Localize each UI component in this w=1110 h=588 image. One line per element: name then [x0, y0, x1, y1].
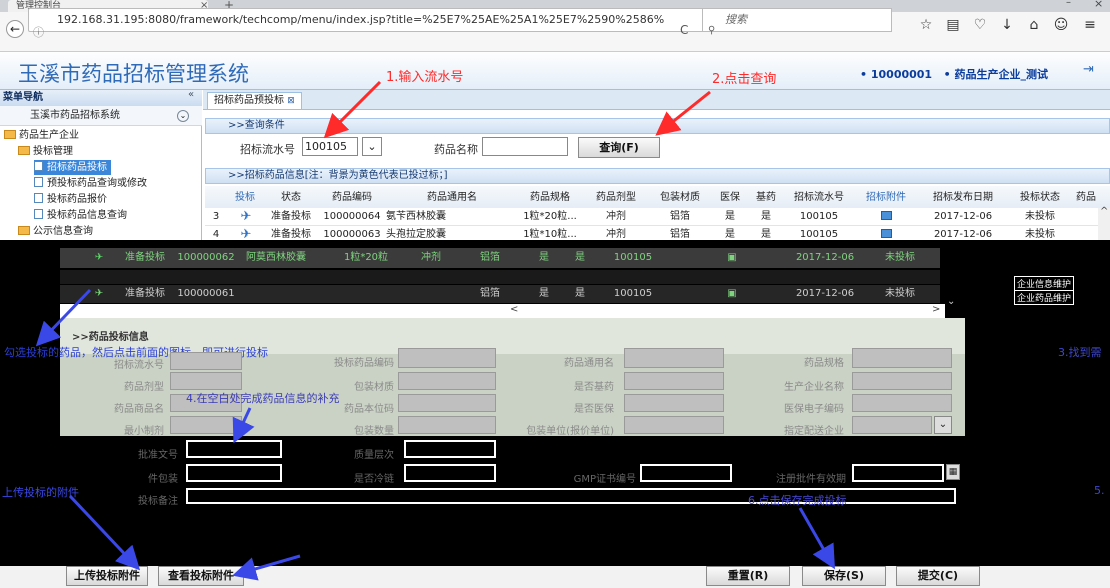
arrow-select [35, 288, 92, 347]
arrow-view [232, 554, 301, 581]
arrow-save [798, 507, 835, 570]
arrow-step2 [655, 90, 711, 136]
annotation-arrows [35, 80, 835, 581]
arrow-step1 [323, 80, 382, 139]
app-window: 管理控制台 × + – × ← 192.168.31.195:8080/fram… [0, 0, 1110, 588]
arrow-step4 [232, 407, 255, 444]
arrow-upload [68, 494, 141, 571]
